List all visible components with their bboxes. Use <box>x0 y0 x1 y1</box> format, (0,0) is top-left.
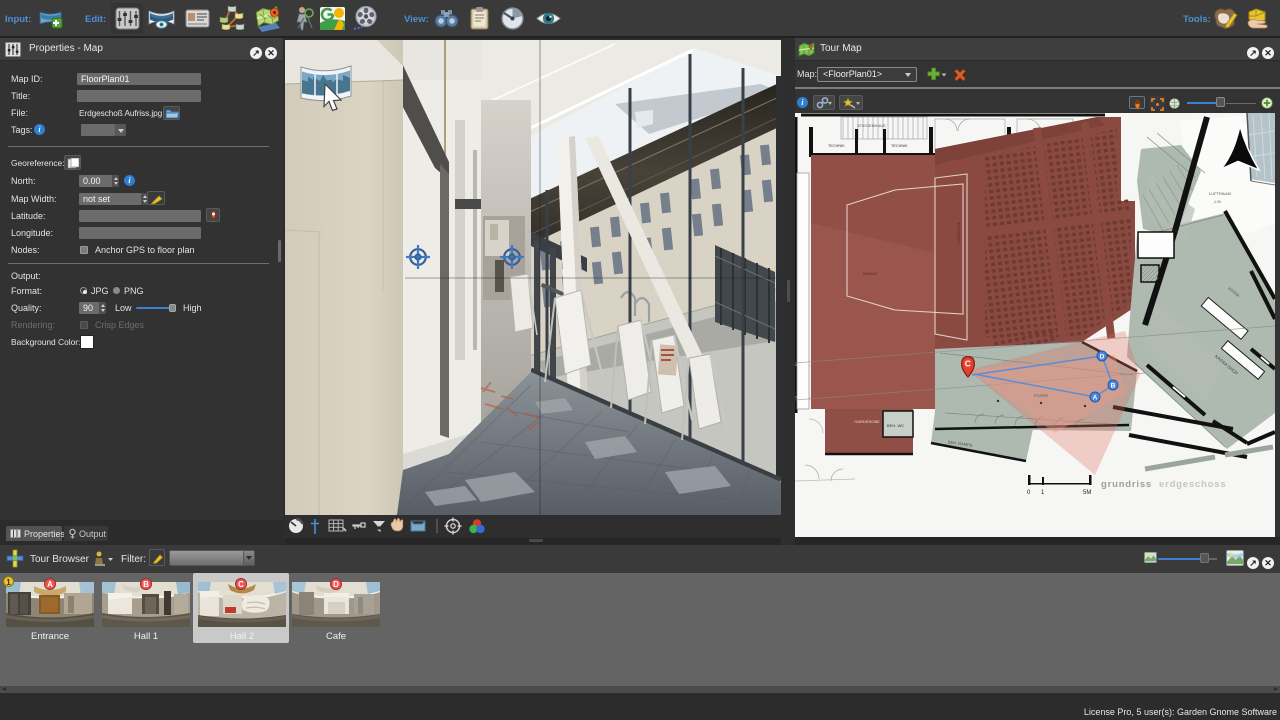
svg-text:B: B <box>1111 383 1116 390</box>
svg-text:LUFTRAUM: LUFTRAUM <box>1209 191 1231 196</box>
svg-text:TECHNIK: TECHNIK <box>828 144 845 148</box>
svg-text:STIEGENHAUS: STIEGENHAUS <box>857 123 886 128</box>
svg-text:C: C <box>965 359 971 369</box>
svg-text:VORBUHNE: VORBUHNE <box>956 221 961 244</box>
svg-text:5M: 5M <box>1083 490 1091 496</box>
svg-text:BEH. WC: BEH. WC <box>887 423 904 428</box>
svg-text:A: A <box>1093 395 1098 402</box>
svg-text:grundriss: grundriss <box>1101 479 1152 490</box>
svg-text:D: D <box>1100 354 1105 361</box>
svg-text:GARDEROBE: GARDEROBE <box>854 419 880 424</box>
svg-text:TECHNIK: TECHNIK <box>891 144 908 148</box>
svg-text:FOYER: FOYER <box>1034 393 1048 398</box>
svg-text:-1.00: -1.00 <box>1213 200 1221 204</box>
svg-text:erdgeschoss: erdgeschoss <box>1159 479 1226 490</box>
svg-text:BUHNE: BUHNE <box>863 271 877 276</box>
